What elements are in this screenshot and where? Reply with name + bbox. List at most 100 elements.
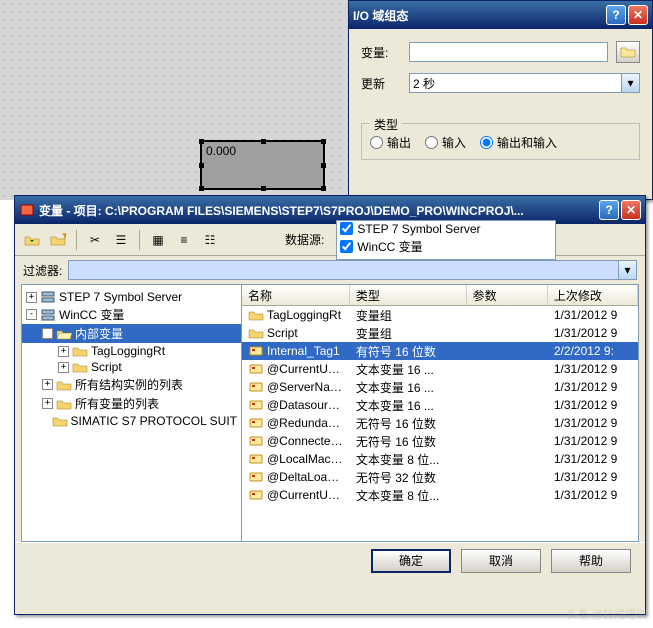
resize-handle[interactable] xyxy=(199,186,204,191)
list-pane[interactable]: 名称 类型 参数 上次修改 TagLoggingRt变量组1/31/2012 9… xyxy=(242,285,638,541)
table-row[interactable]: @CurrentUse...文本变量 16 ...1/31/2012 9 xyxy=(242,360,638,378)
expand-icon[interactable]: + xyxy=(42,398,53,409)
dropdown-button[interactable]: ▾ xyxy=(622,73,640,93)
resize-handle[interactable] xyxy=(199,163,204,168)
table-row[interactable]: @LocalMachi...文本变量 8 位...1/31/2012 9 xyxy=(242,450,638,468)
src-wincc-checkbox[interactable] xyxy=(340,240,353,253)
row-param xyxy=(467,476,548,478)
src-wincc-label: WinCC 变量 xyxy=(357,238,422,255)
row-date: 1/31/2012 9 xyxy=(548,379,638,395)
col-type[interactable]: 类型 xyxy=(350,285,467,305)
view-large-button[interactable]: ▦ xyxy=(147,229,169,251)
row-date: 1/31/2012 9 xyxy=(548,415,638,431)
col-name[interactable]: 名称 xyxy=(242,285,350,305)
table-row[interactable]: @Connected...无符号 16 位数1/31/2012 9 xyxy=(242,432,638,450)
tree-pane[interactable]: +STEP 7 Symbol Server-WinCC 变量-内部变量 + TagL… xyxy=(22,285,242,541)
table-row[interactable]: Internal_Tag1有符号 16 位数2/2/2012 9: xyxy=(242,342,638,360)
tree-item[interactable]: +所有变量的列表 xyxy=(22,394,241,413)
table-row[interactable]: @Redundant...无符号 16 位数1/31/2012 9 xyxy=(242,414,638,432)
row-type: 无符号 32 位数 xyxy=(350,468,467,487)
help-button[interactable]: ? xyxy=(606,5,626,25)
expand-icon[interactable]: + xyxy=(26,292,37,303)
resize-handle[interactable] xyxy=(261,139,266,144)
properties-button[interactable]: ☰ xyxy=(110,229,132,251)
help-button[interactable]: 帮助 xyxy=(551,549,631,573)
tag-icon xyxy=(248,380,264,394)
tree-item[interactable]: SIMATIC S7 PROTOCOL SUIT xyxy=(22,413,241,429)
resize-handle[interactable] xyxy=(321,186,326,191)
resize-handle[interactable] xyxy=(321,163,326,168)
src-step7-checkbox[interactable] xyxy=(340,222,353,235)
table-row[interactable]: Script变量组1/31/2012 9 xyxy=(242,324,638,342)
resize-handle[interactable] xyxy=(261,186,266,191)
folder-open-icon xyxy=(56,327,72,341)
table-row[interactable]: @Datasource...文本变量 16 ...1/31/2012 9 xyxy=(242,396,638,414)
expand-icon[interactable]: + xyxy=(58,362,69,373)
io-field[interactable]: 0.000 xyxy=(200,140,325,190)
editor-canvas[interactable]: 0.000 xyxy=(0,0,350,200)
view-list-button[interactable]: ≡ xyxy=(173,229,195,251)
row-param xyxy=(467,386,548,388)
row-date: 1/31/2012 9 xyxy=(548,433,638,449)
data-source-box[interactable]: STEP 7 Symbol Server WinCC 变量 xyxy=(336,220,556,260)
row-name: @DeltaLoaded xyxy=(267,470,347,484)
row-name: @ServerName xyxy=(267,380,347,394)
expand-icon[interactable]: - xyxy=(26,309,37,320)
row-type: 变量组 xyxy=(350,306,467,325)
new-folder-button[interactable]: ★ xyxy=(47,229,69,251)
row-name: @Datasource... xyxy=(267,398,350,412)
view-detail-button[interactable]: ☷ xyxy=(199,229,221,251)
cancel-button[interactable]: 取消 xyxy=(461,549,541,573)
ok-button[interactable]: 确定 xyxy=(371,549,451,573)
tree-item[interactable]: + TagLoggingRt xyxy=(22,343,241,359)
filter-dropdown-button[interactable]: ▾ xyxy=(619,260,637,280)
tree-item-label: Script xyxy=(91,360,122,374)
tree-item[interactable]: +所有结构实例的列表 xyxy=(22,375,241,394)
io-config-dialog: I/O 域组态 ? ✕ 变量: 更新 ▾ 类型 输出 输入 输出和输 xyxy=(348,0,653,200)
row-type: 变量组 xyxy=(350,324,467,343)
expand-icon[interactable]: - xyxy=(42,328,53,339)
row-param xyxy=(467,332,548,334)
cut-button[interactable]: ✂ xyxy=(84,229,106,251)
data-source-label: 数据源: xyxy=(285,231,324,248)
help-button[interactable]: ? xyxy=(599,200,619,220)
close-button[interactable]: ✕ xyxy=(628,5,648,25)
toolbar: ★ ✂ ☰ ▦ ≡ ☷ 数据源: STEP 7 Symbol Server Wi… xyxy=(15,224,645,256)
tag-icon xyxy=(248,416,264,430)
tree-item-label: TagLoggingRt xyxy=(91,344,165,358)
tag-icon xyxy=(248,362,264,376)
up-folder-button[interactable] xyxy=(21,229,43,251)
row-date: 1/31/2012 9 xyxy=(548,469,638,485)
variable-label: 变量: xyxy=(361,44,401,61)
tree-item[interactable]: + Script xyxy=(22,359,241,375)
table-row[interactable]: TagLoggingRt变量组1/31/2012 9 xyxy=(242,306,638,324)
table-row[interactable]: @CurrentUser文本变量 8 位...1/31/2012 9 xyxy=(242,486,638,504)
folder-icon xyxy=(52,414,68,428)
col-param[interactable]: 参数 xyxy=(467,285,548,305)
radio-input[interactable]: 输入 xyxy=(425,134,466,151)
row-name: @Redundant... xyxy=(267,416,348,430)
table-row[interactable]: @DeltaLoaded无符号 32 位数 1/31/2012 9 xyxy=(242,468,638,486)
filter-input[interactable] xyxy=(68,260,619,280)
update-label: 更新 xyxy=(361,75,401,92)
expand-icon[interactable]: + xyxy=(42,379,53,390)
radio-output[interactable]: 输出 xyxy=(370,134,411,151)
row-type: 有符号 16 位数 xyxy=(350,342,467,361)
resize-handle[interactable] xyxy=(321,139,326,144)
tree-item[interactable]: +STEP 7 Symbol Server xyxy=(22,289,241,305)
table-row[interactable]: @ServerName文本变量 16 ...1/31/2012 9 xyxy=(242,378,638,396)
tree-item[interactable]: -WinCC 变量 xyxy=(22,305,241,324)
variable-input[interactable] xyxy=(409,42,608,62)
expand-icon[interactable]: + xyxy=(58,346,69,357)
list-header[interactable]: 名称 类型 参数 上次修改 xyxy=(242,285,638,306)
update-combo[interactable] xyxy=(409,73,622,93)
radio-both[interactable]: 输出和输入 xyxy=(480,134,557,151)
row-date: 2/2/2012 9: xyxy=(548,343,638,359)
io-dialog-titlebar[interactable]: I/O 域组态 ? ✕ xyxy=(349,1,652,29)
resize-handle[interactable] xyxy=(199,139,204,144)
col-date[interactable]: 上次修改 xyxy=(548,285,638,305)
row-date: 1/31/2012 9 xyxy=(548,325,638,341)
browse-variable-button[interactable] xyxy=(616,41,640,63)
tree-item[interactable]: -内部变量 xyxy=(22,324,241,343)
close-button[interactable]: ✕ xyxy=(621,200,641,220)
